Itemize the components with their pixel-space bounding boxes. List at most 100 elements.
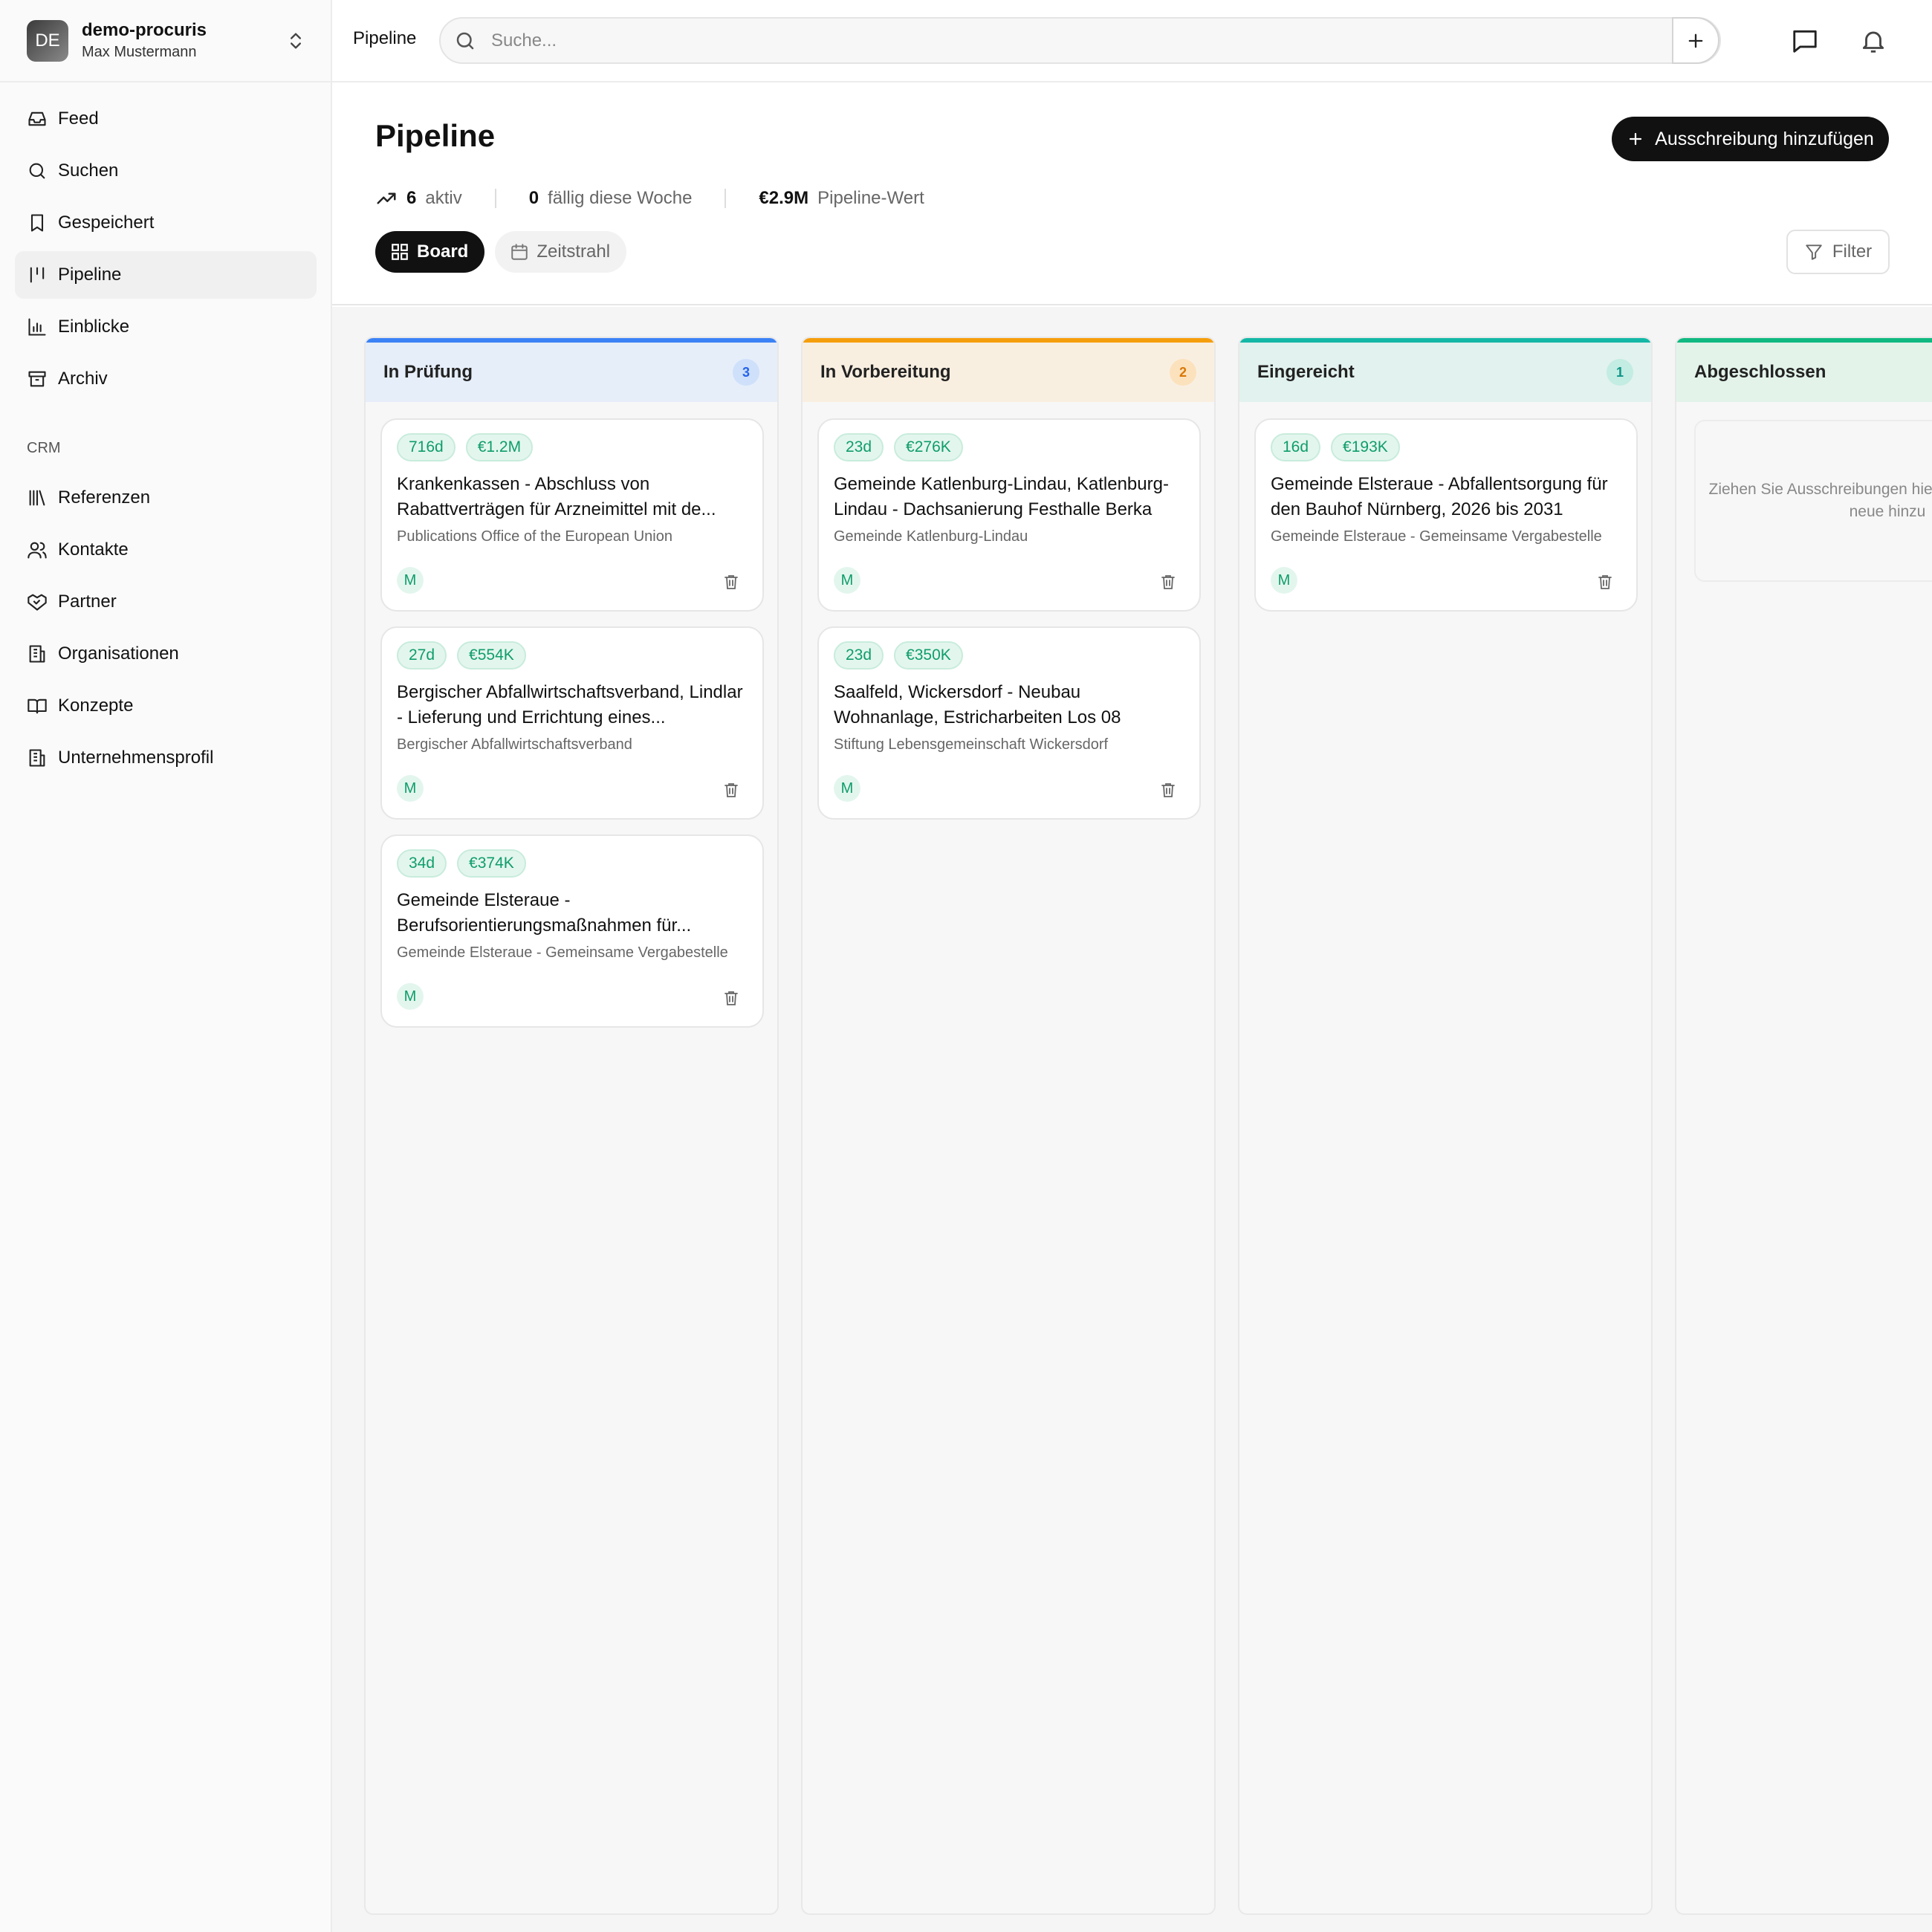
tender-card[interactable]: 23d €276K Gemeinde Katlenburg-Lindau, Ka… [817, 418, 1201, 612]
workspace-user: Max Mustermann [82, 44, 197, 60]
tender-organisation: Stiftung Lebensgemeinschaft Wickersdorf [834, 736, 1109, 753]
tender-card[interactable]: 716d €1.2M Krankenkassen - Abschluss von… [380, 418, 764, 612]
tender-card[interactable]: 27d €554K Bergischer Abfallwirtschaftsve… [380, 626, 764, 820]
sidebar-item-feed[interactable]: Feed [15, 95, 317, 143]
search-input[interactable] [491, 30, 1606, 51]
column-header: Eingereicht 1 [1239, 338, 1651, 402]
sidebar-item-label: Organisationen [58, 644, 179, 664]
column-title: Abgeschlossen [1694, 362, 1826, 382]
tender-organisation: Gemeinde Elsteraue - Gemeinsame Vergabes… [1271, 528, 1602, 545]
pipeline-icon [30, 267, 45, 283]
sidebar-item-concepts[interactable]: Konzepte [15, 682, 317, 730]
column-title: In Prüfung [383, 362, 473, 382]
tab-timeline[interactable]: Zeitstrahl [495, 231, 627, 273]
inbox-icon [28, 111, 46, 126]
breadcrumb[interactable]: Pipeline [353, 28, 416, 49]
sidebar-item-label: Suchen [58, 161, 119, 181]
empty-dropzone[interactable]: Ziehen Sie Ausschreibungen hierher oder … [1694, 420, 1932, 582]
calendar-icon [511, 244, 528, 260]
sidebar-item-insights[interactable]: Einblicke [15, 303, 317, 351]
column-title: In Vorbereitung [820, 362, 951, 382]
book-open-icon [27, 698, 47, 714]
sidebar-item-label: Gespeichert [58, 213, 155, 233]
users-icon [27, 542, 47, 559]
quick-add-button[interactable] [1672, 17, 1719, 64]
page-title: Pipeline [375, 118, 496, 153]
archive-icon [28, 371, 46, 387]
board-column-submitted: Eingereicht 1 16d €193K Gemeinde Elstera… [1238, 337, 1653, 1915]
tender-card[interactable]: 23d €350K Saalfeld, Wickersdorf - Neubau… [817, 626, 1201, 820]
sidebar-item-organisations[interactable]: Organisationen [15, 630, 317, 678]
column-header: In Prüfung 3 [366, 338, 777, 402]
avatar: M [834, 567, 860, 594]
trash-icon[interactable] [1596, 573, 1614, 591]
column-title: Eingereicht [1257, 362, 1355, 382]
stat-active-value: 6 [406, 188, 417, 208]
sidebar-item-partner[interactable]: Partner [15, 578, 317, 626]
building-icon [29, 645, 45, 663]
add-tender-button[interactable]: Ausschreibung hinzufügen [1612, 117, 1889, 161]
bar-chart-icon [28, 318, 46, 336]
tender-organisation: Bergischer Abfallwirtschaftsverband [397, 736, 632, 753]
message-icon[interactable] [1791, 27, 1819, 55]
trash-icon[interactable] [722, 781, 740, 799]
value-badge: €554K [457, 641, 526, 670]
library-icon [29, 490, 45, 506]
stat-due-label: fällig diese Woche [548, 188, 693, 208]
stat-pipeline-amount: €2.9M [759, 188, 809, 208]
tab-timeline-label: Zeitstrahl [537, 242, 611, 262]
days-badge: 34d [397, 849, 447, 878]
trash-icon[interactable] [1159, 781, 1177, 799]
column-count-badge: 3 [733, 359, 759, 386]
search-icon [456, 32, 474, 49]
page-header: Pipeline Ausschreibung hinzufügen 6 akti… [332, 82, 1932, 305]
filter-button[interactable]: Filter [1786, 230, 1890, 274]
sidebar-item-contacts[interactable]: Kontakte [15, 526, 317, 574]
sidebar-item-search[interactable]: Suchen [15, 147, 317, 195]
sidebar-item-saved[interactable]: Gespeichert [15, 199, 317, 247]
sidebar-item-label: Feed [58, 108, 99, 129]
pipeline-stats: 6 aktiv 0 fällig diese Woche €2.9M Pipel… [375, 184, 924, 213]
stat-pipeline-value: €2.9M Pipeline-Wert [759, 188, 924, 209]
days-badge: 16d [1271, 433, 1321, 461]
trash-icon[interactable] [722, 573, 740, 591]
tender-title: Gemeinde Elsteraue - Berufsorientierungs… [397, 890, 692, 936]
chevrons-up-down-icon[interactable] [285, 28, 306, 54]
board-column-in-preparation: In Vorbereitung 2 23d €276K Gemeinde Kat… [801, 337, 1216, 1915]
sidebar-item-label: Konzepte [58, 696, 134, 716]
filter-icon [1806, 244, 1822, 260]
days-badge: 23d [834, 433, 884, 461]
tender-card[interactable]: 34d €374K Gemeinde Elsteraue - Berufsori… [380, 834, 764, 1028]
column-header: Abgeschlossen [1676, 338, 1932, 402]
sidebar-item-label: Einblicke [58, 317, 130, 337]
bell-icon[interactable] [1859, 27, 1887, 55]
stat-divider [494, 189, 496, 208]
tender-organisation: Publications Office of the European Unio… [397, 528, 672, 545]
sidebar-item-company-profile[interactable]: Unternehmensprofil [15, 734, 317, 782]
trash-icon[interactable] [1159, 573, 1177, 591]
sidebar-nav: Feed Suchen Gespeichert Pipeline Einblic… [15, 95, 317, 786]
sidebar: DE demo-procuris Max Mustermann Feed Suc… [0, 0, 332, 1932]
handshake-icon [27, 594, 47, 611]
sidebar-item-archive[interactable]: Archiv [15, 355, 317, 403]
avatar: M [397, 567, 424, 594]
tender-organisation: Gemeinde Katlenburg-Lindau [834, 528, 1028, 545]
avatar: M [1271, 567, 1297, 594]
workspace-switcher[interactable]: DE demo-procuris Max Mustermann [0, 0, 332, 82]
tab-board-label: Board [417, 242, 469, 262]
value-badge: €350K [894, 641, 963, 670]
tab-board[interactable]: Board [375, 231, 485, 273]
sidebar-item-label: Referenzen [58, 487, 151, 508]
sidebar-section-crm: CRM [27, 439, 61, 456]
sidebar-item-pipeline[interactable]: Pipeline [15, 251, 317, 299]
bookmark-icon [30, 214, 44, 232]
days-badge: 716d [397, 433, 456, 461]
sidebar-item-references[interactable]: Referenzen [15, 474, 317, 522]
value-badge: €276K [894, 433, 963, 461]
stat-due: 0 fällig diese Woche [529, 188, 693, 209]
trash-icon[interactable] [722, 989, 740, 1007]
tender-card[interactable]: 16d €193K Gemeinde Elsteraue - Abfallent… [1254, 418, 1638, 612]
search-bar[interactable] [439, 17, 1721, 64]
building-icon [29, 749, 45, 767]
pipeline-board: In Prüfung 3 716d €1.2M Krankenkassen - … [332, 307, 1932, 1932]
